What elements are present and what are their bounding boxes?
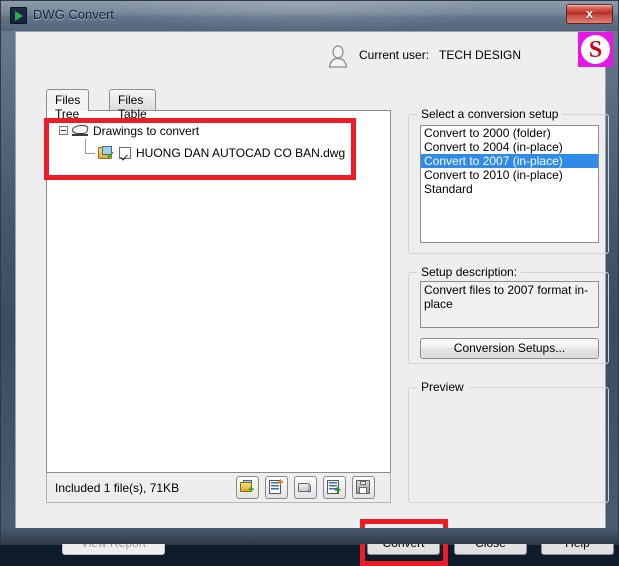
current-user-label: Current user: TECH DESIGN: [359, 48, 521, 62]
close-button[interactable]: x: [566, 4, 613, 24]
tree-root-node[interactable]: Drawings to convert: [59, 123, 199, 138]
tree-elbow-line: [85, 139, 97, 161]
new-list-button[interactable]: ✦: [265, 476, 288, 499]
setup-option[interactable]: Convert to 2000 (folder): [421, 126, 598, 140]
dwg-convert-window: DWG Convert x Current user: TECH DESIGN …: [0, 0, 619, 566]
tab-files-tree[interactable]: Files Tree: [46, 89, 90, 121]
window-bottom-frame: [1, 528, 618, 544]
add-drawings-icon: +: [240, 480, 255, 496]
preview-group: Preview: [408, 380, 609, 503]
title-bar: DWG Convert x: [1, 1, 618, 31]
conversion-setup-group-title: Select a conversion setup: [417, 107, 563, 121]
brand-s-logo: S: [578, 32, 613, 67]
setup-option[interactable]: Convert to 2010 (in-place): [421, 168, 598, 182]
drawings-stack-icon: [72, 124, 89, 137]
save-list-button[interactable]: [352, 476, 375, 499]
file-checkbox[interactable]: [119, 147, 131, 159]
dialog-client-area: Current user: TECH DESIGN S Files Tree F…: [15, 31, 614, 566]
drawing-file-icon: ✓: [98, 145, 116, 161]
append-list-icon: +: [327, 480, 342, 496]
files-status-bar: Included 1 file(s), 71KB + ✦ ↓ +: [46, 473, 391, 503]
open-list-button[interactable]: ↓: [294, 476, 317, 499]
setup-option-selected[interactable]: Convert to 2007 (in-place): [421, 154, 598, 168]
save-list-icon: [356, 480, 371, 495]
tree-root-label: Drawings to convert: [93, 123, 200, 138]
setup-option[interactable]: Convert to 2004 (in-place): [421, 140, 598, 154]
tree-file-node[interactable]: ✓ HUONG DAN AUTOCAD CO BAN.dwg: [85, 139, 346, 161]
preview-group-title: Preview: [417, 380, 468, 394]
included-files-status: Included 1 file(s), 71KB: [55, 481, 180, 495]
setup-option[interactable]: Standard: [421, 182, 598, 196]
new-list-icon: ✦: [269, 478, 285, 495]
setup-description-group-title: Setup description:: [417, 265, 522, 279]
tab-files-table[interactable]: Files Table: [109, 89, 156, 121]
conversion-setups-button[interactable]: Conversion Setups...: [420, 338, 599, 359]
window-title: DWG Convert: [33, 7, 114, 22]
user-silhouette-icon: [328, 45, 348, 68]
add-drawings-button[interactable]: +: [236, 476, 259, 499]
tree-file-label: HUONG DAN AUTOCAD CO BAN.dwg: [136, 146, 346, 160]
setup-description-group: Setup description: Convert files to 2007…: [408, 265, 609, 364]
open-list-icon: ↓: [298, 480, 313, 495]
append-list-button[interactable]: +: [323, 476, 346, 499]
conversion-setup-group: Select a conversion setup Convert to 200…: [408, 107, 609, 254]
current-user-caption: Current user:: [359, 48, 430, 62]
setup-description-text: Convert files to 2007 format in-place: [420, 281, 599, 328]
dwg-convert-icon: [10, 7, 27, 24]
conversion-setup-list[interactable]: Convert to 2000 (folder) Convert to 2004…: [420, 125, 599, 243]
files-tree-panel[interactable]: Drawings to convert ✓ HUONG DAN AUTOCAD C…: [46, 110, 391, 473]
collapse-icon[interactable]: [59, 126, 68, 136]
current-user-name: TECH DESIGN: [439, 48, 522, 62]
brand-s-letter: S: [581, 35, 610, 64]
